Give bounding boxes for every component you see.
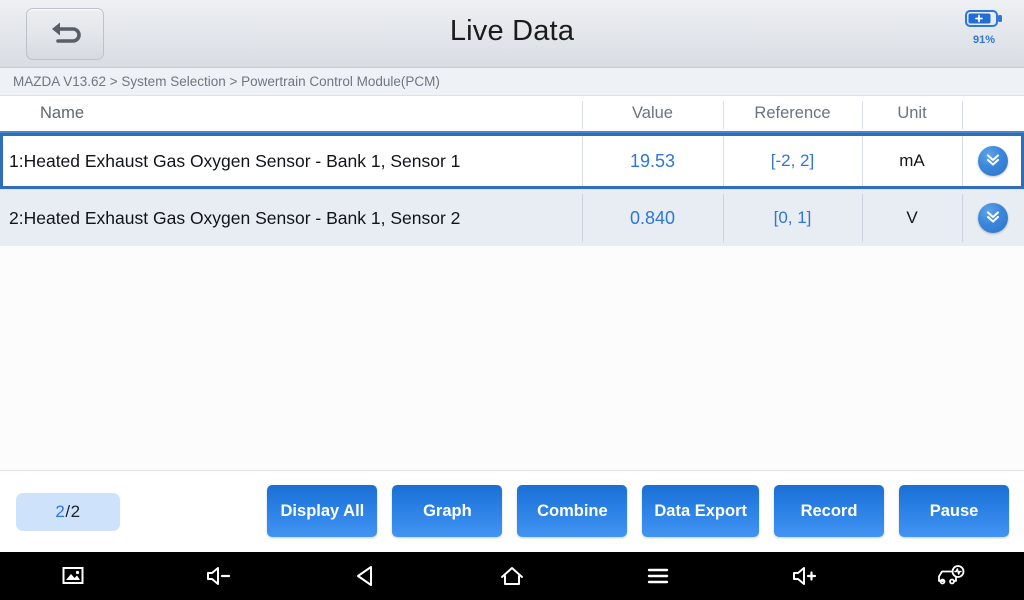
menu-icon	[645, 563, 671, 589]
volume-up-icon	[790, 563, 820, 589]
row-expand-cell	[962, 190, 1024, 246]
home-icon	[498, 563, 526, 589]
table-header-row: Name Value Reference Unit	[0, 96, 1024, 133]
table-row[interactable]: 2:Heated Exhaust Gas Oxygen Sensor - Ban…	[0, 190, 1024, 246]
row-value: 19.53	[582, 136, 723, 186]
row-expand-button[interactable]	[978, 146, 1008, 176]
battery-percent-label: 91%	[972, 34, 996, 46]
live-data-table: Name Value Reference Unit 1:Heated Exhau…	[0, 96, 1024, 470]
nav-volume-up-button[interactable]	[731, 552, 877, 600]
android-nav-bar	[0, 552, 1024, 600]
battery-status: 91%	[956, 9, 1012, 46]
battery-charging-icon	[965, 9, 1003, 33]
row-name: 1:Heated Exhaust Gas Oxygen Sensor - Ban…	[9, 150, 461, 171]
back-triangle-icon	[353, 563, 379, 589]
row-reference: [-2, 2]	[723, 136, 862, 186]
graph-button[interactable]: Graph	[392, 485, 503, 537]
page-counter-total: /2	[65, 502, 81, 521]
row-expand-button[interactable]	[978, 203, 1008, 233]
nav-menu-button[interactable]	[585, 552, 731, 600]
double-chevron-down-icon	[984, 150, 1002, 173]
record-button[interactable]: Record	[774, 485, 884, 537]
row-name: 2:Heated Exhaust Gas Oxygen Sensor - Ban…	[9, 207, 461, 228]
double-chevron-down-icon	[984, 207, 1002, 230]
nav-volume-down-button[interactable]	[146, 552, 292, 600]
breadcrumb: MAZDA V13.62 > System Selection > Powert…	[0, 68, 1024, 96]
row-expand-cell	[962, 136, 1024, 186]
table-row[interactable]: 1:Heated Exhaust Gas Oxygen Sensor - Ban…	[0, 133, 1024, 189]
data-export-button[interactable]: Data Export	[642, 485, 759, 537]
page-counter-current: 2	[55, 502, 66, 521]
title-bar: Live Data 91%	[0, 0, 1024, 68]
page-counter[interactable]: 2/2	[16, 493, 120, 531]
nav-vehicle-diagnostics-button[interactable]	[878, 552, 1024, 600]
live-data-screen: Live Data 91% MAZDA V13.62 > System Sele…	[0, 0, 1024, 600]
nav-screenshot-button[interactable]	[0, 552, 146, 600]
action-button-group: Display All Graph Combine Data Export Re…	[267, 485, 1009, 537]
nav-home-button[interactable]	[439, 552, 585, 600]
page-title: Live Data	[449, 15, 575, 47]
column-header-name: Name	[40, 104, 85, 122]
column-header-reference: Reference	[723, 96, 862, 131]
row-value: 0.840	[582, 190, 723, 246]
column-header-value: Value	[582, 96, 723, 131]
display-all-button[interactable]: Display All	[267, 485, 378, 537]
screenshot-icon	[60, 563, 86, 589]
combine-button[interactable]: Combine	[517, 485, 628, 537]
nav-back-button[interactable]	[293, 552, 439, 600]
action-bar: 2/2 Display All Graph Combine Data Expor…	[0, 470, 1024, 552]
row-reference: [0, 1]	[723, 190, 862, 246]
vehicle-diagnostics-icon	[935, 563, 967, 589]
volume-down-icon	[204, 563, 234, 589]
row-unit: mA	[862, 136, 962, 186]
row-unit: V	[862, 190, 962, 246]
column-header-unit: Unit	[862, 96, 962, 131]
column-header-actions	[962, 96, 1024, 131]
pause-button[interactable]: Pause	[899, 485, 1009, 537]
